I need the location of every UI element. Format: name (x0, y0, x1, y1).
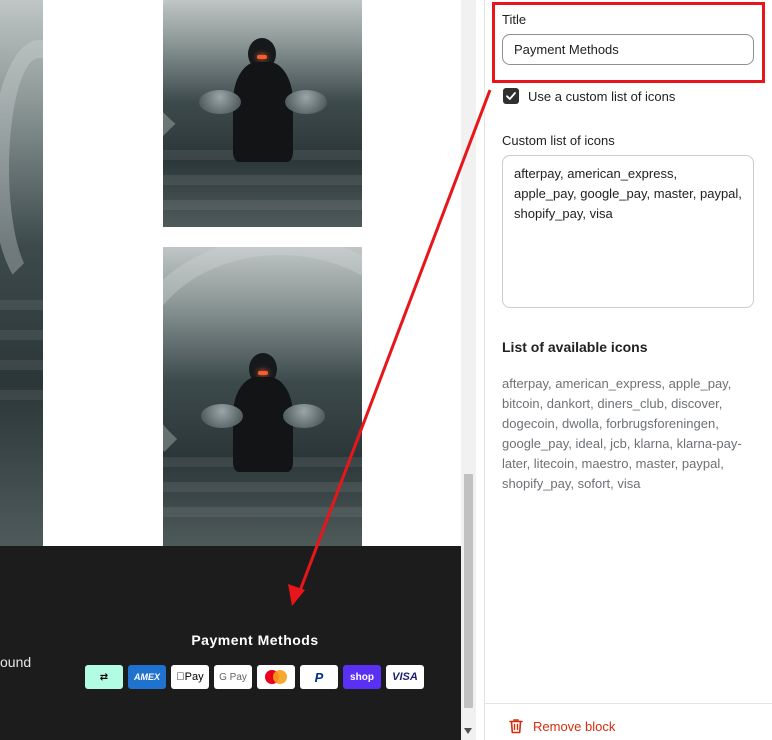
remove-block-label: Remove block (533, 718, 616, 734)
custom-icons-checkbox-label[interactable]: Use a custom list of icons (528, 89, 675, 104)
remove-block-button[interactable]: Remove block (509, 718, 615, 734)
theme-preview: ound Payment Methods ⇄ AMEX Pay G Pay P… (0, 0, 461, 740)
footer-left-text: ound (0, 654, 32, 670)
visa-icon: VISA (386, 665, 424, 689)
apple-pay-icon: Pay (171, 665, 209, 689)
checkmark-icon (506, 92, 516, 100)
shopify-pay-icon: shop (343, 665, 381, 689)
preview-footer: ound Payment Methods ⇄ AMEX Pay G Pay P… (0, 546, 461, 740)
block-settings-panel: Title Payment Methods Use a custom list … (484, 0, 772, 740)
google-pay-icon: G Pay (214, 665, 252, 689)
afterpay-icon: ⇄ (85, 665, 123, 689)
preview-image-left (0, 0, 43, 546)
preview-image-bottom (163, 247, 362, 546)
available-icons-text: afterpay, american_express, apple_pay, b… (502, 376, 742, 491)
mastercard-icon (257, 665, 295, 689)
custom-list-label: Custom list of icons (502, 133, 615, 148)
scroll-down-arrow-icon[interactable] (464, 728, 472, 734)
preview-scrollbar[interactable] (461, 0, 476, 740)
preview-image-top (163, 0, 362, 227)
title-highlight-box (492, 2, 765, 83)
trash-icon (509, 719, 523, 734)
custom-icons-checkbox[interactable] (503, 88, 519, 104)
available-icons-heading: List of available icons (502, 339, 648, 355)
payment-icons-row: ⇄ AMEX Pay G Pay P shop VISA (85, 665, 424, 689)
custom-list-textarea[interactable]: afterpay, american_express, apple_pay, g… (502, 155, 754, 308)
payment-methods-title: Payment Methods (191, 632, 319, 648)
panel-divider (485, 703, 772, 704)
scrollbar-thumb[interactable] (464, 474, 473, 708)
american-express-icon: AMEX (128, 665, 166, 689)
paypal-icon: P (300, 665, 338, 689)
